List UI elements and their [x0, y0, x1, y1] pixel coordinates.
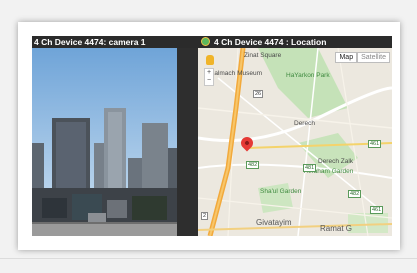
map-label-derech-2: Derech Zalk	[318, 158, 354, 165]
map-type-control[interactable]: Map Satellite	[335, 52, 390, 63]
route-shield: 26	[253, 90, 264, 98]
route-shield: 482	[348, 190, 362, 198]
camera-pane[interactable]: 4 Ch Device 4474: camera 1	[32, 36, 198, 236]
camera-side-bar	[177, 48, 198, 236]
zoom-out-button[interactable]: −	[205, 77, 213, 85]
city-skyline-image	[32, 48, 177, 236]
map-type-map-button[interactable]: Map	[335, 52, 358, 63]
route-shield: 461	[370, 206, 384, 214]
dialog-frame: 4 Ch Device 4474: camera 1 4 Ch Device 4…	[18, 22, 400, 250]
route-shield: 481	[303, 164, 317, 172]
street-view-pegman-icon[interactable]	[206, 55, 214, 65]
map-label-hayarkon-park: HaYarkon Park	[286, 72, 330, 79]
zoom-control[interactable]: + −	[204, 68, 214, 86]
map-pane[interactable]: 4 Ch Device 4474 : Location + − Map Sate…	[198, 36, 392, 236]
divider	[0, 258, 417, 259]
zoom-in-button[interactable]: +	[205, 69, 213, 77]
map-label-givatayim: Givatayim	[256, 218, 292, 227]
route-shield: 482	[246, 161, 260, 169]
route-shield: 461	[368, 140, 382, 148]
map-label-derech-1: Derech	[294, 120, 315, 127]
map-label-palmach-museum: Palmach Museum	[210, 70, 263, 77]
map-label-ramat-g: Ramat G	[320, 224, 353, 233]
camera-feed[interactable]	[32, 48, 177, 236]
map-type-satellite-button[interactable]: Satellite	[357, 52, 390, 63]
video-grid: 4 Ch Device 4474: camera 1 4 Ch Device 4…	[32, 36, 392, 236]
map-pane-title: 4 Ch Device 4474 : Location	[198, 36, 392, 48]
map-label-zina-square: Zinat Square	[244, 52, 282, 59]
map-label-shalul-garden: Sha'ul Garden	[260, 188, 302, 195]
route-shield: 2	[201, 212, 209, 220]
location-globe-icon	[201, 37, 210, 46]
camera-pane-title: 4 Ch Device 4474: camera 1	[32, 36, 198, 48]
